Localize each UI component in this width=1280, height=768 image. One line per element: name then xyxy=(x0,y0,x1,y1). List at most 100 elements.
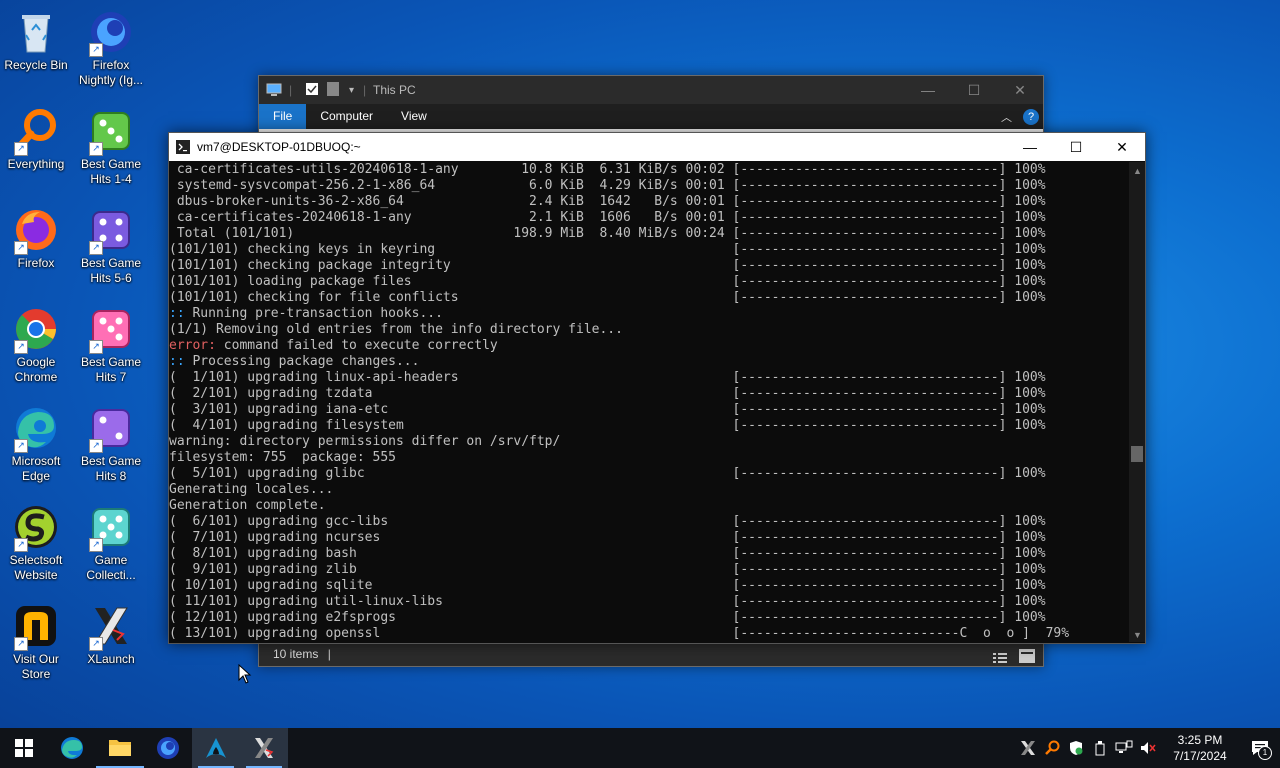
recycle-bin-icon xyxy=(12,8,60,56)
firefox-nightly-icon: ↗ xyxy=(87,8,135,57)
terminal-titlebar[interactable]: vm7@DESKTOP-01DBUOQ:~ — ☐ ✕ xyxy=(169,133,1145,161)
network-icon[interactable] xyxy=(1112,740,1136,756)
terminal-line: (101/101) loading package files [-------… xyxy=(169,274,1046,289)
terminal-line: Generation complete. xyxy=(169,498,326,513)
desktop-icon-best-game-hits-1-4[interactable]: ↗ Best Game Hits 1-4 xyxy=(75,107,147,187)
terminal-title: vm7@DESKTOP-01DBUOQ:~ xyxy=(197,140,361,154)
desktop-icon-selectsoft-website[interactable]: ↗ Selectsoft Website xyxy=(0,503,72,583)
tab-view[interactable]: View xyxy=(387,104,441,129)
desktop-icon-firefox-nightly[interactable]: ↗ Firefox Nightly (Ig... xyxy=(75,8,147,88)
taskbar-firefox-nightly[interactable] xyxy=(144,728,192,768)
terminal-line: ( 11/101) upgrading util-linux-libs [---… xyxy=(169,594,1046,609)
desktop-icon-label: XLaunch xyxy=(87,652,135,666)
terminal-scrollbar[interactable]: ▲ ▼ xyxy=(1129,162,1145,642)
notification-center-button[interactable]: 1 xyxy=(1240,740,1280,760)
folder-icon xyxy=(109,740,131,756)
desktop-icon-best-game-hits-8[interactable]: ↗ Best Game Hits 8 xyxy=(75,404,147,484)
scroll-down-icon[interactable]: ▼ xyxy=(1133,630,1142,640)
desktop-icon-best-game-hits-7[interactable]: ↗ Best Game Hits 7 xyxy=(75,305,147,385)
terminal-line: ( 12/101) upgrading e2fsprogs [---------… xyxy=(169,610,1046,625)
terminal-line: ca-certificates-utils-20240618-1-any 10.… xyxy=(169,162,1046,177)
explorer-titlebar[interactable]: | ▾ | This PC — ☐ ✕ xyxy=(259,76,1043,104)
terminal-window[interactable]: vm7@DESKTOP-01DBUOQ:~ — ☐ ✕ ca-certifica… xyxy=(168,132,1146,644)
desktop-icon-microsoft-edge[interactable]: ↗ Microsoft Edge xyxy=(0,404,72,484)
magnifier-icon: ↗ xyxy=(12,107,60,156)
terminal-line: ( 9/101) upgrading zlib [---------------… xyxy=(169,562,1046,577)
quick-access-dropdown-icon[interactable]: ▾ xyxy=(349,85,363,96)
desktop-icon-label: Everything xyxy=(7,157,65,171)
terminal-line: ( 5/101) upgrading glibc [--------------… xyxy=(169,466,1046,481)
desktop-icon-label: Visit Our Store xyxy=(13,652,59,681)
terminal-line: error: command failed to execute correct… xyxy=(169,338,498,353)
tab-computer[interactable]: Computer xyxy=(306,104,387,129)
desktop-icon-label: Game Collecti... xyxy=(86,553,136,582)
scroll-up-icon[interactable]: ▲ xyxy=(1133,166,1142,176)
desktop-icon-label: Firefox Nightly (Ig... xyxy=(78,58,144,87)
terminal-line: ( 1/101) upgrading linux-api-headers [--… xyxy=(169,370,1046,385)
terminal-line: ( 10/101) upgrading sqlite [------------… xyxy=(169,578,1046,593)
xlaunch-tray-icon[interactable] xyxy=(1016,740,1040,756)
minimize-button[interactable]: — xyxy=(1007,139,1053,155)
start-button[interactable] xyxy=(0,728,48,768)
large-icons-view-icon[interactable] xyxy=(1019,647,1035,663)
details-view-icon[interactable] xyxy=(993,648,1007,663)
desktop-icon-label: Microsoft Edge xyxy=(11,454,61,483)
mouse-cursor-icon xyxy=(238,663,252,689)
close-button[interactable]: ✕ xyxy=(997,82,1043,99)
terminal-line: ( 8/101) upgrading bash [---------------… xyxy=(169,546,1046,561)
desktop-icon-game-collection[interactable]: ↗ Game Collecti... xyxy=(75,503,147,583)
terminal-line: ( 7/101) upgrading ncurses [------------… xyxy=(169,530,1046,545)
explorer-status-bar: 10 items | xyxy=(259,642,1043,666)
desktop-icon-visit-our-store[interactable]: ↗ Visit Our Store xyxy=(0,602,72,682)
notification-count-badge: 1 xyxy=(1258,746,1272,760)
everything-tray-icon[interactable] xyxy=(1040,740,1064,756)
desktop-icon-google-chrome[interactable]: ↗ Google Chrome xyxy=(0,305,72,385)
collapse-ribbon-icon[interactable]: ︿ xyxy=(1001,109,1023,125)
desktop-icon-label: Google Chrome xyxy=(14,355,58,384)
desktop-icon-label: Best Game Hits 1-4 xyxy=(80,157,142,186)
error-prefix: error: xyxy=(169,338,216,353)
minimize-button[interactable]: — xyxy=(905,82,951,98)
scrollbar-thumb[interactable] xyxy=(1131,446,1143,462)
close-button[interactable]: ✕ xyxy=(1099,139,1145,156)
hook-prefix: :: xyxy=(169,354,185,369)
taskbar-file-explorer[interactable] xyxy=(96,728,144,768)
terminal-line: ( 2/101) upgrading tzdata [-------------… xyxy=(169,386,1046,401)
usb-eject-icon[interactable] xyxy=(1088,740,1112,756)
help-icon[interactable]: ? xyxy=(1023,108,1039,125)
desktop-icon-recycle-bin[interactable]: Recycle Bin xyxy=(0,8,72,73)
dice-green-icon: ↗ xyxy=(87,107,135,156)
terminal-icon xyxy=(169,140,197,154)
desktop-icon-best-game-hits-5-6[interactable]: ↗ Best Game Hits 5-6 xyxy=(75,206,147,286)
taskbar-xlaunch[interactable] xyxy=(240,728,288,768)
terminal-line: dbus-broker-units-36-2-x86_64 2.4 KiB 16… xyxy=(169,194,1046,209)
xlaunch-icon: ↗ xyxy=(87,602,135,651)
terminal-line: ( 4/101) upgrading filesystem [---------… xyxy=(169,418,1046,433)
desktop-icon-label: Best Game Hits 8 xyxy=(80,454,142,483)
maximize-button[interactable]: ☐ xyxy=(951,82,997,99)
maximize-button[interactable]: ☐ xyxy=(1053,139,1099,156)
hook-prefix: :: xyxy=(169,306,185,321)
clock[interactable]: 3:25 PM 7/17/2024 xyxy=(1160,732,1240,764)
taskbar-edge[interactable] xyxy=(48,728,96,768)
taskbar-arch-terminal[interactable] xyxy=(192,728,240,768)
clock-time: 3:25 PM xyxy=(1177,733,1223,747)
divider: | xyxy=(363,83,367,97)
terminal-line: Generating locales... xyxy=(169,482,334,497)
computer-icon xyxy=(259,83,289,97)
divider: | xyxy=(289,83,293,97)
tab-file[interactable]: File xyxy=(259,104,307,129)
desktop-icon-label: Selectsoft Website xyxy=(9,553,63,582)
chrome-icon: ↗ xyxy=(12,305,60,354)
desktop-icon-everything[interactable]: ↗ Everything xyxy=(0,107,72,172)
desktop-icon-xlaunch[interactable]: ↗ XLaunch xyxy=(75,602,147,667)
new-folder-icon[interactable] xyxy=(327,81,349,99)
terminal-line: (101/101) checking package integrity [--… xyxy=(169,258,1046,273)
terminal-output[interactable]: ca-certificates-utils-20240618-1-any 10.… xyxy=(169,162,1129,642)
taskbar: 3:25 PM 7/17/2024 1 xyxy=(0,728,1280,768)
properties-icon[interactable] xyxy=(305,82,327,99)
desktop-icon-firefox[interactable]: ↗ Firefox xyxy=(0,206,72,271)
desktop-icon-label: Firefox xyxy=(17,256,55,270)
security-shield-icon[interactable] xyxy=(1064,740,1088,756)
volume-muted-icon[interactable] xyxy=(1136,740,1160,756)
